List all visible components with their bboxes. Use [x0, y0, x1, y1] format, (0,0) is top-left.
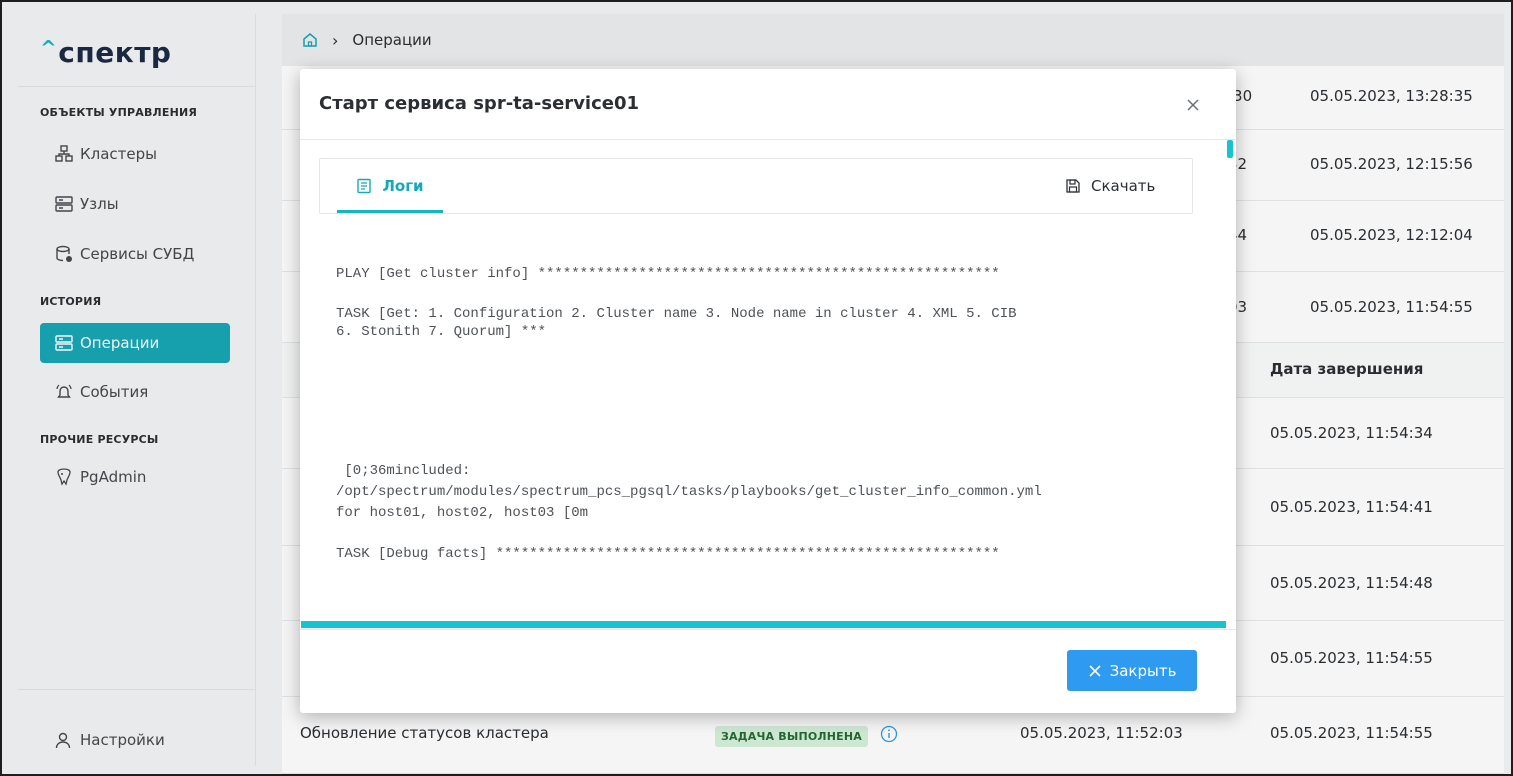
- modal-tabs: Логи Скачать: [319, 158, 1193, 214]
- close-button-label: Закрыть: [1109, 661, 1177, 680]
- modal-divider: [300, 139, 1236, 140]
- modal-title: Старт сервиса spr-ta-service01: [319, 93, 640, 114]
- log-line: [0;36mincluded: /opt/spectrum/modules/sp…: [336, 463, 1042, 521]
- close-icon: [1088, 664, 1102, 678]
- operation-log-modal: Старт сервиса spr-ta-service01 Логи Скач…: [300, 69, 1236, 713]
- download-label: Скачать: [1091, 177, 1156, 195]
- active-tab-indicator: [337, 210, 443, 213]
- tab-logs-label: Логи: [382, 177, 424, 195]
- app-frame: ^спектр ОБЪЕКТЫ УПРАВЛЕНИЯ Кластеры Узлы…: [0, 0, 1513, 776]
- download-button[interactable]: Скачать: [1065, 159, 1155, 213]
- scrollbar-thumb[interactable]: [1227, 140, 1233, 158]
- log-line: TASK [Debug facts] *********************…: [336, 546, 1000, 562]
- close-button[interactable]: Закрыть: [1067, 650, 1197, 691]
- save-icon: [1065, 178, 1081, 194]
- progress-bar: [301, 621, 1226, 628]
- close-icon[interactable]: [1183, 95, 1203, 115]
- document-icon: [356, 178, 372, 194]
- tab-logs[interactable]: Логи: [337, 159, 443, 213]
- log-line: TASK [Get: 1. Configuration 2. Cluster n…: [336, 306, 1017, 340]
- modal-footer-divider: [300, 629, 1236, 630]
- log-line: PLAY [Get cluster info] ****************…: [336, 266, 1000, 282]
- log-scrollbar[interactable]: [1226, 140, 1234, 629]
